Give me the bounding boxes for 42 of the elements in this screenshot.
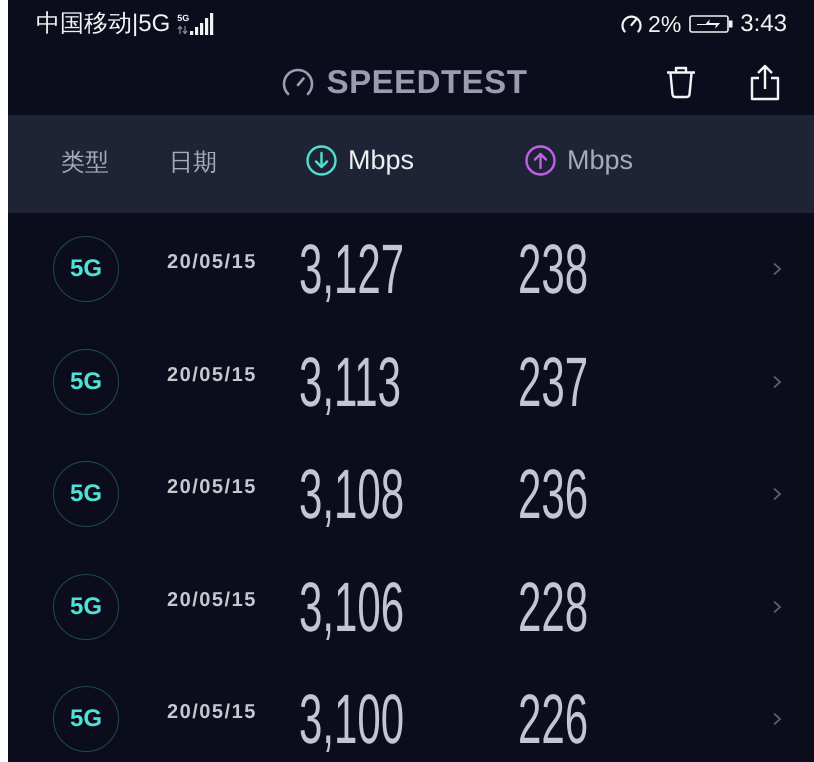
column-header[interactable]: Mbps: [525, 144, 634, 176]
download-speed: 3,100: [299, 684, 404, 754]
trash-icon[interactable]: [665, 64, 697, 98]
download-speed: 3,106: [299, 572, 404, 642]
upload-icon: [525, 144, 556, 176]
chevron-icon: [772, 262, 782, 276]
test-date: 20/05/15: [167, 364, 257, 386]
network-type-label: 5G: [177, 14, 190, 22]
upload-speed: 236: [518, 459, 588, 530]
clock-time: 3:43: [740, 12, 787, 36]
test-date: 20/05/15: [167, 588, 257, 610]
download-speed: 3,127: [299, 234, 404, 304]
network-badge: 5G: [53, 348, 119, 415]
data-transfer-icon: [177, 24, 188, 34]
carrier-label: 中国移动|5G: [36, 12, 170, 36]
upload-speed: 228: [518, 572, 588, 642]
download-icon: [306, 144, 337, 176]
network-badge: 5G: [53, 574, 119, 640]
network-badge: 5G: [53, 461, 119, 528]
speedometer-icon: [280, 66, 315, 96]
upload-speed: 238: [518, 234, 588, 304]
chevron-icon: [772, 487, 782, 502]
test-date: 20/05/15: [167, 251, 257, 273]
test-date: 20/05/15: [167, 701, 257, 723]
network-badge: 5G: [53, 236, 119, 302]
download-speed: 3,108: [299, 459, 404, 530]
chevron-icon: [772, 712, 782, 726]
upload-speed: 237: [518, 346, 588, 417]
column-header[interactable]: Mbps: [306, 144, 414, 176]
app-title: SPEEDTEST: [326, 65, 528, 98]
network-badge: 5G: [53, 686, 119, 752]
battery-icon: [689, 15, 734, 33]
share-icon[interactable]: [749, 62, 781, 100]
column-header[interactable]: 类型: [61, 150, 109, 174]
column-header[interactable]: 日期: [169, 150, 217, 174]
signal-icon: [190, 13, 214, 35]
chevron-icon: [772, 600, 782, 614]
download-speed: 3,113: [299, 346, 401, 417]
test-date: 20/05/15: [167, 476, 257, 498]
status-percent: 2%: [648, 12, 682, 36]
upload-speed: 226: [518, 684, 588, 754]
chevron-icon: [772, 374, 782, 389]
